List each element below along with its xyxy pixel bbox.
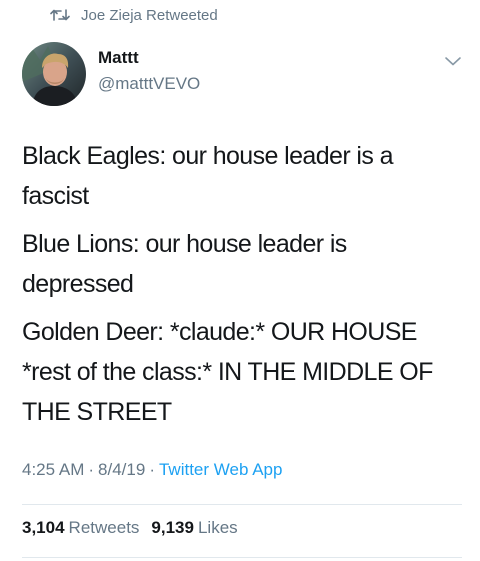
likes-count: 9,139 xyxy=(151,518,194,537)
retweet-banner-text: Joe Zieja Retweeted xyxy=(81,6,218,24)
divider xyxy=(22,504,462,505)
avatar[interactable] xyxy=(22,42,86,106)
tweet-source-link[interactable]: Twitter Web App xyxy=(159,460,282,479)
tweet-date[interactable]: 8/4/19 xyxy=(98,460,145,479)
tweet-line: Golden Deer: *claude:* OUR HOUSE *rest o… xyxy=(22,318,439,426)
retweets-count: 3,104 xyxy=(22,518,65,537)
retweets-label: Retweets xyxy=(68,518,140,537)
tweet-meta: 4:25 AM · 8/4/19 · Twitter Web App xyxy=(22,460,282,480)
tweet-text: Black Eagles: our house leader is a fasc… xyxy=(22,136,462,440)
author-name[interactable]: Mattt xyxy=(98,48,139,68)
tweet-card: Joe Zieja Retweeted Mattt @matttVEVO Bla… xyxy=(0,0,480,561)
meta-separator: · xyxy=(88,460,95,479)
likes-stat[interactable]: 9,139 Likes xyxy=(151,518,237,537)
tweet-line: Black Eagles: our house leader is a fasc… xyxy=(22,142,400,210)
author-handle[interactable]: @matttVEVO xyxy=(98,74,200,94)
divider xyxy=(22,557,462,558)
retweet-icon xyxy=(50,8,70,22)
retweets-stat[interactable]: 3,104 Retweets xyxy=(22,518,139,537)
likes-label: Likes xyxy=(197,518,238,537)
chevron-down-icon[interactable] xyxy=(444,55,462,67)
tweet-time[interactable]: 4:25 AM xyxy=(22,460,84,479)
retweet-banner[interactable]: Joe Zieja Retweeted xyxy=(50,4,218,26)
tweet-stats: 3,104 Retweets 9,139 Likes xyxy=(22,518,238,538)
meta-separator: · xyxy=(149,460,155,479)
tweet-line: Blue Lions: our house leader is depresse… xyxy=(22,230,354,298)
